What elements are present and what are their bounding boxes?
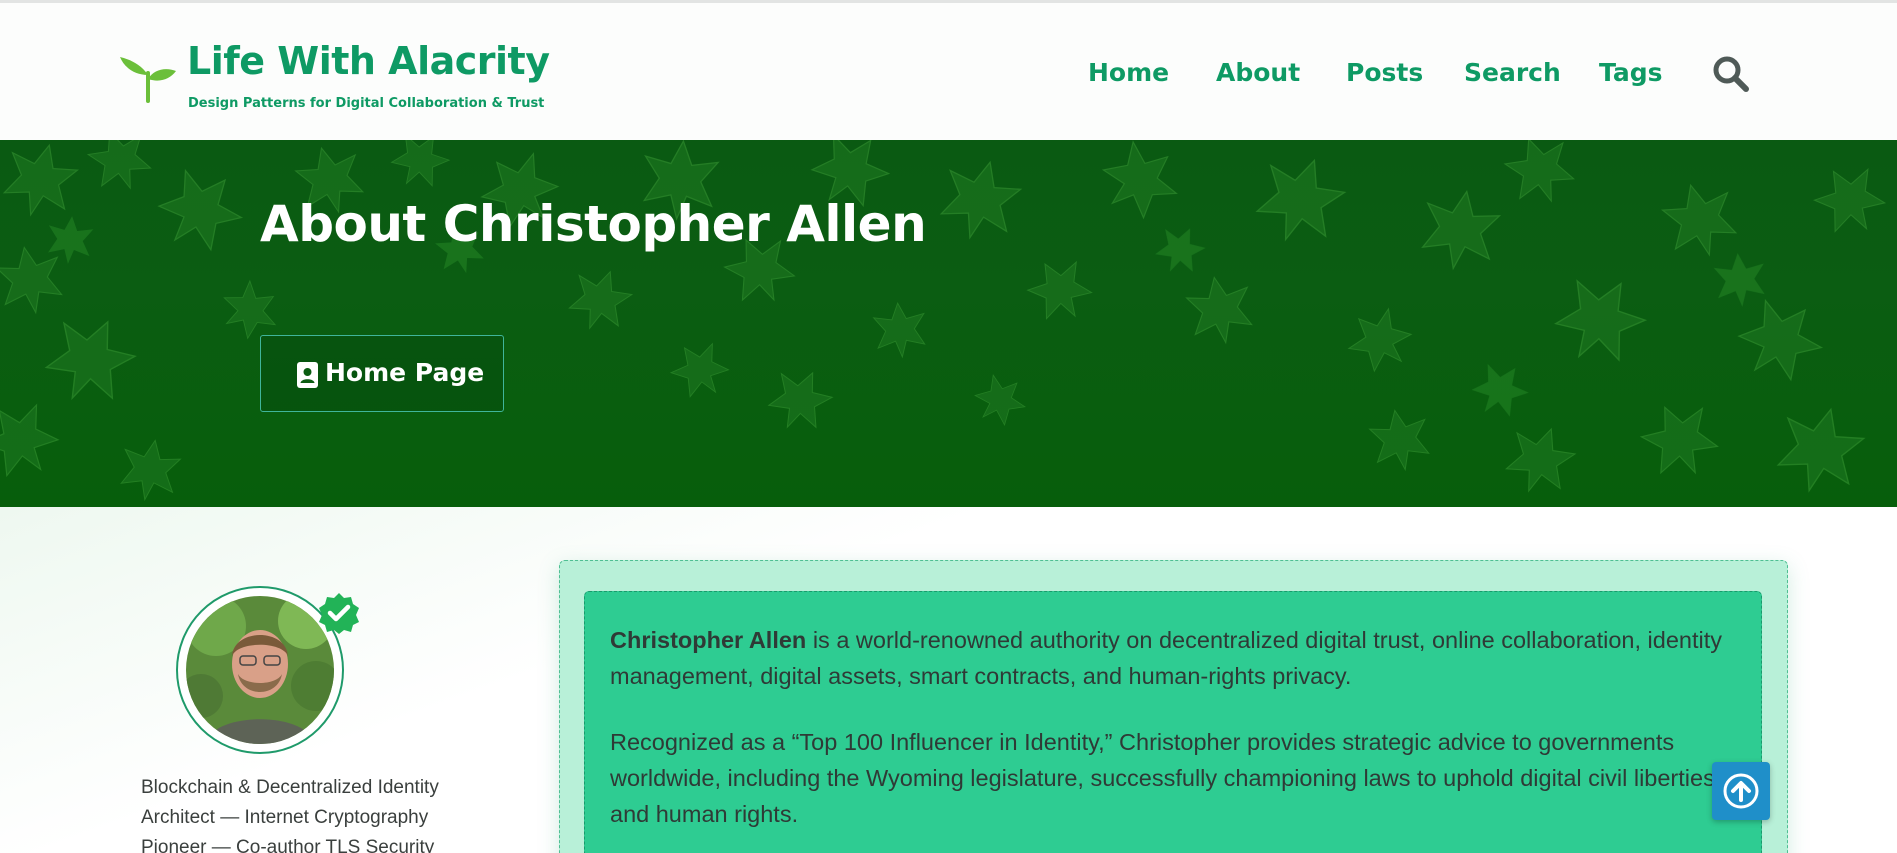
scroll-to-top-button[interactable] (1712, 762, 1770, 820)
about-paragraph-1: Christopher Allen is a world-renowned au… (610, 622, 1730, 694)
about-card: Christopher Allen is a world-renowned au… (584, 591, 1762, 853)
main-nav: Home About Posts Search Tags (0, 58, 1897, 98)
id-card-icon (297, 362, 318, 388)
nav-tags[interactable]: Tags (1599, 58, 1662, 87)
search-icon[interactable] (1712, 55, 1750, 93)
site-header: Life With Alacrity Design Patterns for D… (0, 3, 1897, 140)
arrow-up-circle-icon (1723, 773, 1759, 809)
page-title: About Christopher Allen (260, 195, 927, 253)
author-name: Christopher Allen (610, 627, 807, 653)
nav-home[interactable]: Home (1088, 58, 1169, 87)
profile-bio: Blockchain & Decentralized Identity Arch… (141, 777, 439, 853)
site-tagline: Design Patterns for Digital Collaboratio… (188, 96, 545, 111)
nav-about[interactable]: About (1216, 58, 1300, 87)
verified-check-icon (319, 593, 359, 634)
home-page-button-label: Home Page (325, 358, 485, 387)
about-paragraph-2: Recognized as a “Top 100 Influencer in I… (610, 729, 1715, 827)
avatar (186, 596, 334, 744)
nav-search[interactable]: Search (1464, 58, 1561, 87)
home-page-button[interactable]: Home Page (260, 335, 504, 412)
nav-posts[interactable]: Posts (1346, 58, 1423, 87)
hero-banner: About Christopher Allen Home Page (0, 140, 1897, 507)
